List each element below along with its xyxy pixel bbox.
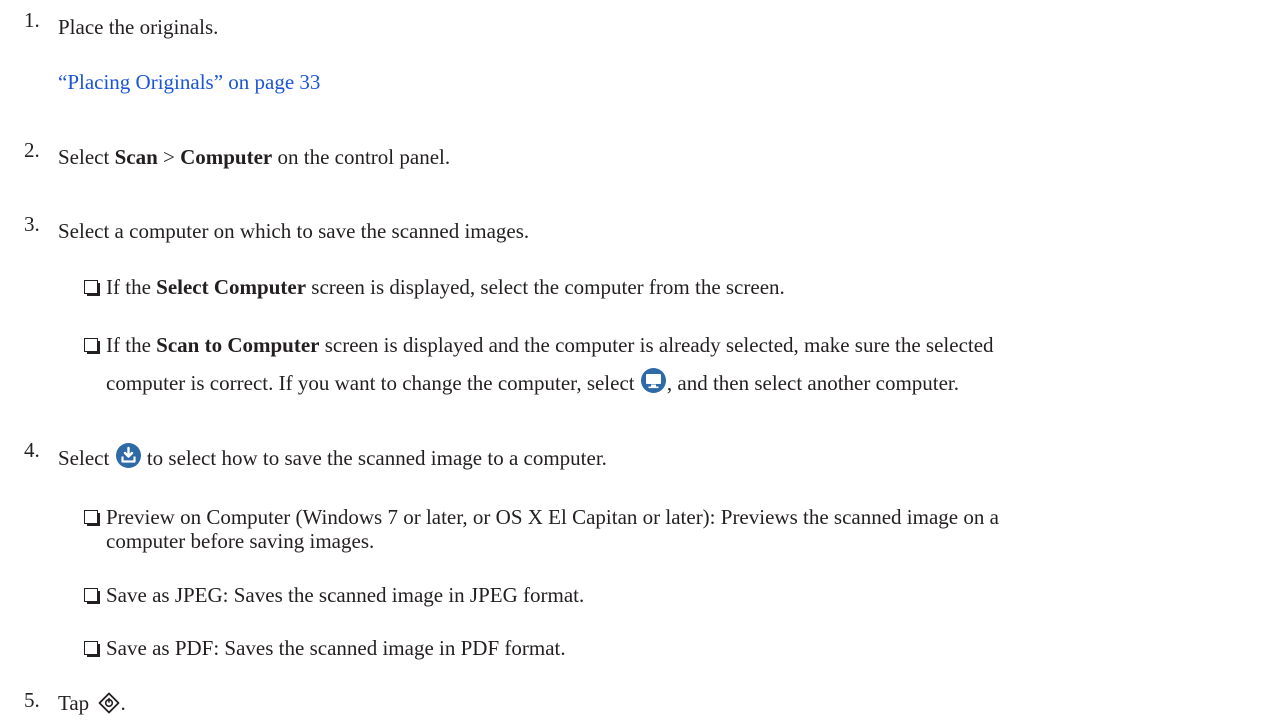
text-fragment: computer is correct. If you want to chan…	[106, 371, 640, 395]
select-computer-screen-label: Select Computer	[156, 275, 307, 299]
text-fragment: >	[157, 145, 181, 169]
computer-monitor-icon	[640, 368, 666, 393]
step-number: 5.	[24, 688, 40, 712]
text-fragment: Select	[58, 145, 115, 169]
step-text: Select a computer on which to save the s…	[58, 219, 530, 243]
bullet-continuation: computer is correct. If you want to chan…	[106, 368, 959, 398]
text-fragment: screen is displayed, select the computer…	[306, 275, 785, 299]
step-text: Tap .	[58, 688, 126, 722]
bullet-continuation: computer before saving images.	[106, 529, 375, 553]
bullet-item: If the Scan to Computer screen is displa…	[84, 330, 994, 360]
checkbox-bullet-icon	[84, 588, 100, 604]
placing-originals-link[interactable]: “Placing Originals” on page 33	[58, 70, 320, 94]
checkbox-bullet-icon	[84, 280, 100, 296]
step-number: 1.	[24, 8, 40, 32]
checkbox-bullet-icon	[84, 641, 100, 657]
step-text: Place the originals.	[58, 15, 219, 39]
text-fragment: If the	[106, 275, 157, 299]
text-fragment: Save as PDF: Saves the scanned image in …	[106, 636, 566, 660]
cross-reference-link-wrap: “Placing Originals” on page 33	[58, 67, 320, 97]
text-fragment: , and then select another computer.	[666, 371, 960, 395]
step-number: 3.	[24, 212, 40, 236]
text-fragment: .	[120, 691, 126, 715]
bullet-item: Save as PDF: Saves the scanned image in …	[84, 633, 566, 663]
step-text: Select Scan > Computer on the control pa…	[58, 142, 450, 172]
save-download-icon	[115, 443, 141, 468]
checkbox-bullet-icon	[84, 338, 100, 354]
bullet-item: Save as JPEG: Saves the scanned image in…	[84, 580, 584, 610]
computer-menu-label: Computer	[180, 145, 273, 169]
step-text: Select to select how to save the scanned…	[58, 443, 607, 473]
step-number: 2.	[24, 138, 40, 162]
scan-to-computer-screen-label: Scan to Computer	[156, 333, 320, 357]
scan-menu-label: Scan	[114, 145, 158, 169]
text-fragment: Save as JPEG: Saves the scanned image in…	[106, 583, 585, 607]
manual-page: 1. Place the originals. “Placing Origina…	[0, 0, 1273, 718]
text-fragment: screen is displayed and the computer is …	[319, 333, 994, 357]
text-fragment: to select how to save the scanned image …	[141, 446, 607, 470]
text-fragment: Tap	[58, 691, 95, 715]
bullet-item: If the Select Computer screen is display…	[84, 272, 785, 302]
text-fragment: If the	[106, 333, 157, 357]
text-fragment: on the control panel.	[272, 145, 451, 169]
step-number: 4.	[24, 438, 40, 462]
text-fragment: Select	[58, 446, 115, 470]
checkbox-bullet-icon	[84, 510, 100, 526]
